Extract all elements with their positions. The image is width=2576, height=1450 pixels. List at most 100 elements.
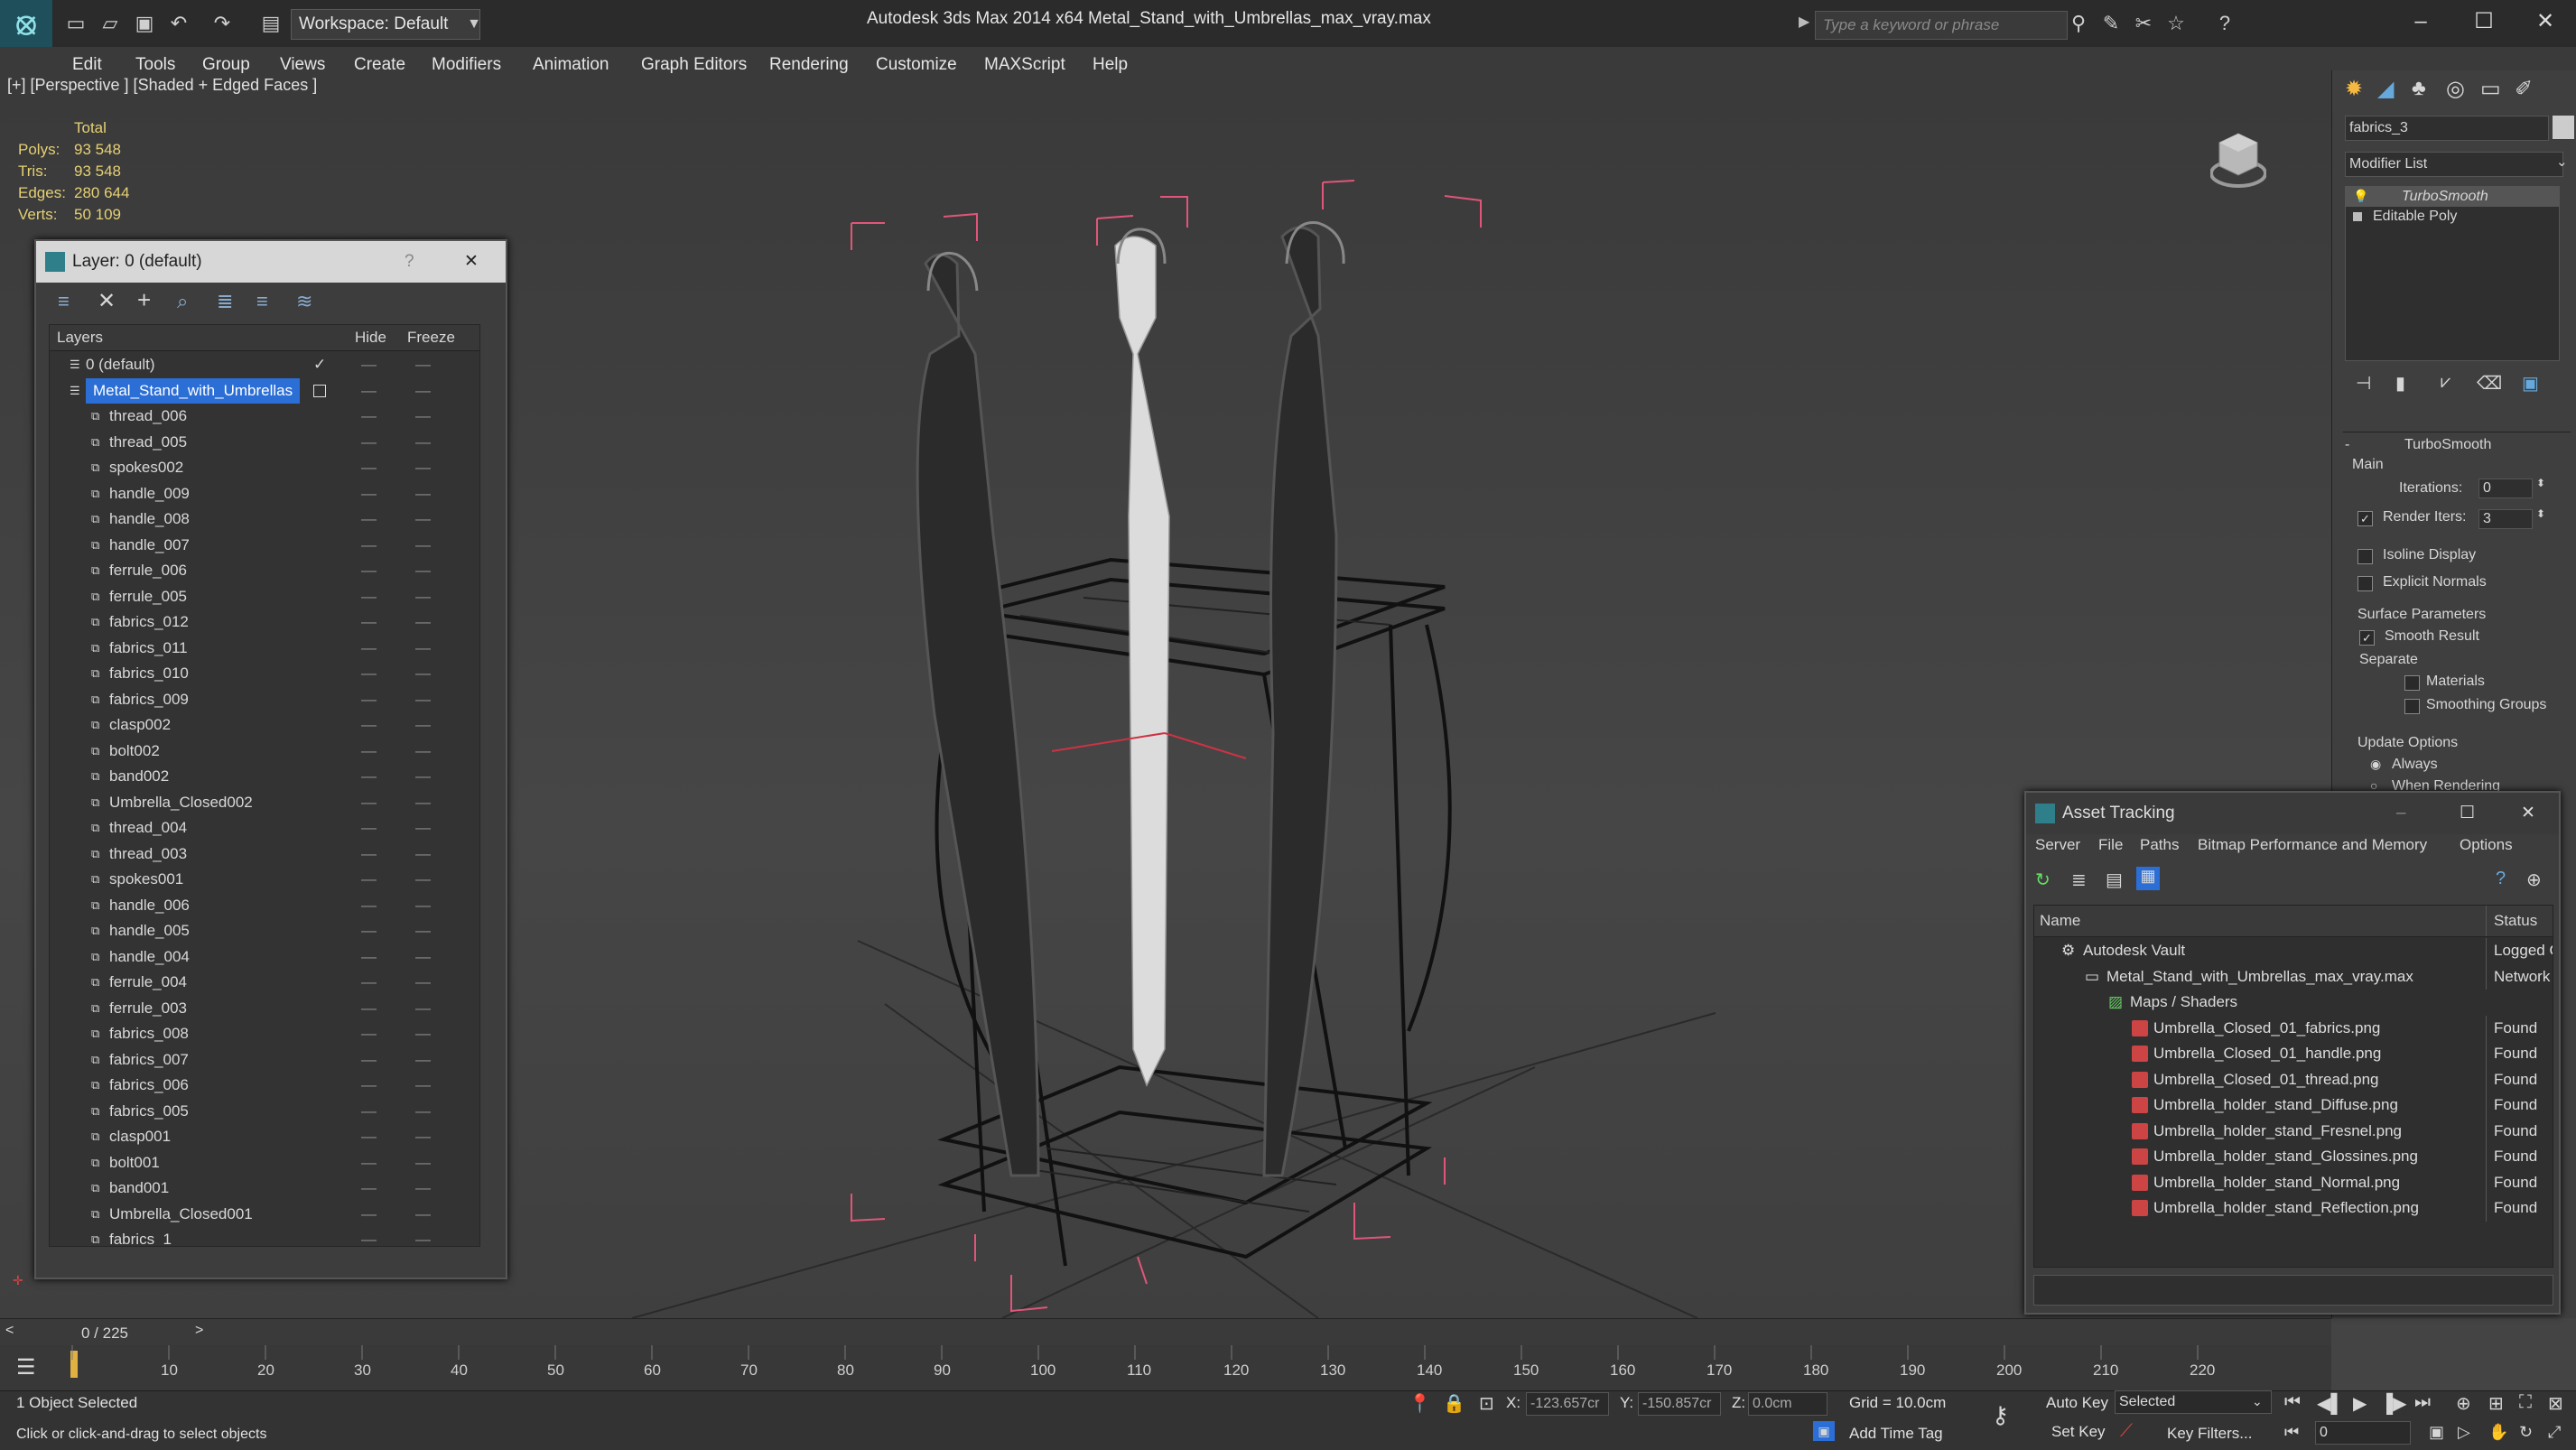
render-iters-checkbox[interactable]: ✓: [2357, 511, 2373, 526]
hide-toggle[interactable]: —: [361, 1099, 377, 1125]
freeze-toggle[interactable]: —: [415, 378, 431, 404]
minimize-icon[interactable]: –: [2396, 793, 2406, 834]
stack-item-editable-poly[interactable]: Editable Poly: [2346, 207, 2559, 227]
bulb-icon[interactable]: 💡: [2353, 189, 2368, 204]
delete-layer-icon[interactable]: ✕: [98, 288, 116, 314]
layer-row[interactable]: ⧉ fabrics_009 — —: [50, 687, 479, 713]
zoom-extents-icon[interactable]: ⛶: [2519, 1392, 2532, 1413]
redo-icon[interactable]: ↷: [209, 11, 235, 36]
hide-toggle[interactable]: —: [361, 867, 377, 893]
hide-all-icon[interactable]: ≡: [256, 290, 268, 313]
menu-bitmap-performance[interactable]: Bitmap Performance and Memory: [2198, 836, 2427, 854]
hide-toggle[interactable]: —: [361, 996, 377, 1022]
layer-row[interactable]: ⧉ thread_003 — —: [50, 841, 479, 868]
set-key-button[interactable]: Set Key: [2051, 1423, 2106, 1441]
select-objects-icon[interactable]: ⌕: [177, 290, 188, 313]
favorites-icon[interactable]: ☆: [2163, 11, 2189, 36]
key-icon[interactable]: ⚷: [1992, 1401, 2009, 1429]
hide-toggle[interactable]: —: [361, 1047, 377, 1074]
asset-row[interactable]: Umbrella_holder_stand_Fresnel.png Found: [2034, 1118, 2553, 1144]
help-icon[interactable]: ?: [2496, 869, 2506, 889]
auto-key-button[interactable]: Auto Key: [2046, 1394, 2108, 1412]
smooth-result-checkbox[interactable]: ✓: [2359, 630, 2375, 646]
create-layer-icon[interactable]: ≡: [58, 290, 70, 313]
app-logo-icon[interactable]: ⦻: [0, 0, 52, 47]
x-coordinate-field[interactable]: -123.657cr: [1526, 1392, 1609, 1416]
freeze-toggle[interactable]: —: [415, 1021, 431, 1047]
layer-row[interactable]: ⧉ fabrics_006 — —: [50, 1073, 479, 1099]
highlight-layer-icon[interactable]: ≣: [217, 290, 233, 313]
subscription-icon[interactable]: ✂: [2131, 11, 2156, 36]
motion-tab-icon[interactable]: ◎: [2446, 76, 2465, 102]
search-expand-icon[interactable]: ▶: [1799, 13, 1809, 31]
key-filters-button[interactable]: Key Filters...: [2167, 1425, 2252, 1443]
layer-row[interactable]: ⧉ ferrule_006 — —: [50, 558, 479, 584]
minimize-icon[interactable]: –: [2395, 4, 2447, 40]
layer-row[interactable]: ⧉ handle_005 — —: [50, 918, 479, 944]
freeze-toggle[interactable]: —: [415, 712, 431, 739]
layer-row[interactable]: ⧉ thread_005 — —: [50, 430, 479, 456]
hide-toggle[interactable]: —: [361, 790, 377, 816]
layer-row[interactable]: ⧉ band001 — —: [50, 1176, 479, 1202]
stack-item-turbosmooth[interactable]: 💡 TurboSmooth: [2346, 187, 2559, 207]
render-iters-spinner[interactable]: 3: [2478, 509, 2533, 529]
list-view-icon[interactable]: ≣: [2071, 869, 2087, 891]
menu-graph-editors[interactable]: Graph Editors: [641, 47, 747, 83]
hide-toggle[interactable]: —: [361, 687, 377, 713]
freeze-toggle[interactable]: —: [415, 815, 431, 841]
hide-toggle[interactable]: —: [361, 636, 377, 662]
play-icon[interactable]: ▶: [2353, 1392, 2367, 1415]
menu-server[interactable]: Server: [2035, 836, 2080, 854]
always-radio[interactable]: ◉: [2370, 757, 2381, 772]
freeze-toggle[interactable]: —: [415, 352, 431, 378]
menu-file[interactable]: File: [2098, 836, 2123, 854]
col-freeze[interactable]: Freeze: [407, 329, 455, 347]
frame-counter[interactable]: 0 / 225: [81, 1325, 128, 1343]
maximize-viewport-icon[interactable]: ⤢: [2548, 1423, 2561, 1442]
layer-panel-titlebar[interactable]: Layer: 0 (default) ? ✕: [36, 241, 506, 283]
asset-row[interactable]: Umbrella_Closed_01_thread.png Found: [2034, 1066, 2553, 1092]
chevron-down-icon[interactable]: ⌄: [2252, 1394, 2263, 1409]
col-layers[interactable]: Layers: [57, 329, 103, 347]
modify-tab-icon[interactable]: ◢: [2377, 76, 2394, 102]
layer-row[interactable]: ☰ 0 (default) ✓ — —: [50, 352, 479, 378]
viewcube-icon[interactable]: [2210, 126, 2266, 190]
freeze-toggle[interactable]: —: [415, 1073, 431, 1099]
object-color-swatch[interactable]: [2553, 116, 2574, 139]
spinner-arrows-icon[interactable]: ⬍: [2536, 507, 2545, 520]
display-tab-icon[interactable]: ▭: [2480, 76, 2501, 102]
explicit-normals-checkbox[interactable]: [2357, 576, 2373, 591]
go-to-start-icon[interactable]: ⏮: [2284, 1392, 2301, 1413]
close-icon[interactable]: ✕: [2521, 793, 2535, 834]
chevron-down-icon[interactable]: ⌄: [2556, 153, 2568, 170]
track-bar[interactable]: ☰: [0, 1345, 2331, 1390]
hide-toggle[interactable]: —: [361, 558, 377, 584]
hide-toggle[interactable]: —: [361, 609, 377, 636]
menu-customize[interactable]: Customize: [876, 47, 957, 83]
hide-toggle[interactable]: —: [361, 378, 377, 404]
layer-row[interactable]: ⧉ fabrics_010 — —: [50, 661, 479, 687]
current-frame-field[interactable]: 0: [2315, 1421, 2411, 1445]
layer-row[interactable]: ⧉ ferrule_004 — —: [50, 970, 479, 996]
viewport-label[interactable]: [+] [Perspective ] [Shaded + Edged Faces…: [7, 76, 317, 95]
next-frame-icon[interactable]: ▐▶: [2380, 1392, 2407, 1415]
hide-toggle[interactable]: —: [361, 584, 377, 610]
freeze-toggle[interactable]: —: [415, 404, 431, 430]
layer-row[interactable]: ⧉ handle_007 — —: [50, 533, 479, 559]
freeze-toggle[interactable]: —: [415, 687, 431, 713]
freeze-toggle[interactable]: —: [415, 1150, 431, 1176]
hide-toggle[interactable]: —: [361, 712, 377, 739]
previous-frame-icon[interactable]: ◀︎▌: [2317, 1392, 2344, 1415]
hide-toggle[interactable]: —: [361, 352, 377, 378]
freeze-toggle[interactable]: —: [415, 918, 431, 944]
make-unique-icon[interactable]: ⩗: [2441, 372, 2450, 393]
show-end-result-icon[interactable]: ▮: [2395, 372, 2405, 395]
communication-icon[interactable]: ✎: [2098, 11, 2124, 36]
hide-toggle[interactable]: —: [361, 507, 377, 533]
layer-row[interactable]: ⧉ handle_009 — —: [50, 481, 479, 507]
modifier-list-dropdown[interactable]: Modifier List: [2345, 152, 2563, 177]
freeze-toggle[interactable]: —: [415, 481, 431, 507]
layer-row[interactable]: ⧉ fabrics_011 — —: [50, 636, 479, 662]
hide-toggle[interactable]: —: [361, 1150, 377, 1176]
absolute-mode-icon[interactable]: ⊡: [1479, 1392, 1494, 1415]
